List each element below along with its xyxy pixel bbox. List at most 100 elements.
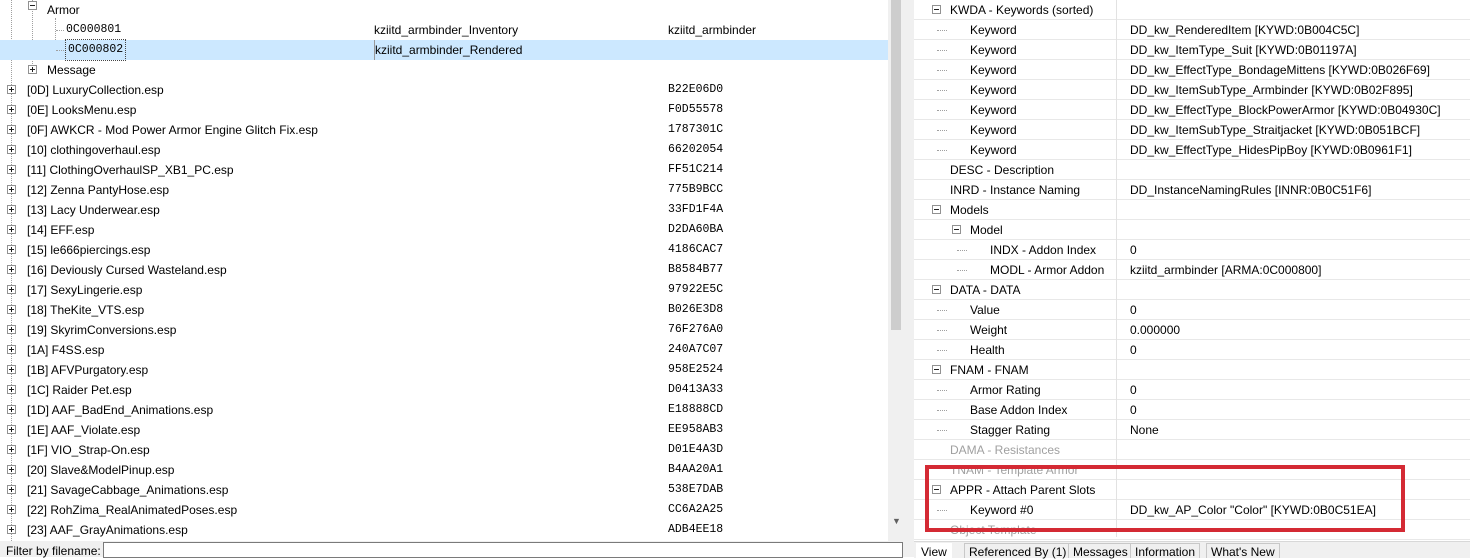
expand-plugin-icon[interactable]	[7, 85, 16, 94]
record-field-row[interactable]: DESC - Description	[914, 160, 1470, 180]
plugin-row[interactable]: [11] ClothingOverhaulSP_XB1_PC.esp FF51C2…	[0, 160, 888, 180]
navigation-tree[interactable]: Armor 0C000801 kziitd_armbinder_Inventory k…	[0, 0, 888, 541]
record-field-row[interactable]: Base Addon Index 0	[914, 400, 1470, 420]
table-row[interactable]: 0C000802 kziitd_armbinder_Rendered	[0, 39, 888, 61]
plugin-row[interactable]: [1D] AAF_BadEnd_Animations.esp E18888CD	[0, 400, 888, 420]
record-field-row[interactable]: Health 0	[914, 340, 1470, 360]
record-field-row[interactable]: Keyword DD_kw_ItemSubType_Straitjacket [K…	[914, 120, 1470, 140]
expand-plugin-icon[interactable]	[7, 465, 16, 474]
expand-plugin-icon[interactable]	[7, 505, 16, 514]
plugin-row[interactable]: [20] Slave&ModelPinup.esp B4AA20A1	[0, 460, 888, 480]
plugin-name: [22] RohZima_RealAnimatedPoses.esp	[27, 503, 238, 517]
expand-message-icon[interactable]	[28, 65, 37, 74]
expand-plugin-icon[interactable]	[7, 365, 16, 374]
record-field-row[interactable]: MODL - Armor Addon kziitd_armbinder [ARMA…	[914, 260, 1470, 280]
tab-whats-new[interactable]: What's New	[1206, 543, 1280, 559]
record-field-row[interactable]: Weight 0.000000	[914, 320, 1470, 340]
plugin-row[interactable]: [14] EFF.esp D2DA60BA	[0, 220, 888, 240]
record-field-row[interactable]: Keyword DD_kw_RenderedItem [KYWD:0B004C5C…	[914, 20, 1470, 40]
field-label: Keyword	[970, 103, 1017, 117]
pane-splitter[interactable]	[904, 0, 914, 557]
plugin-row[interactable]: [15] le666piercings.esp 4186CAC7	[0, 240, 888, 260]
collapse-field-icon[interactable]	[932, 285, 941, 294]
record-field-row[interactable]: Value 0	[914, 300, 1470, 320]
plugin-row[interactable]: [17] SexyLingerie.esp 97922E5C	[0, 280, 888, 300]
expand-plugin-icon[interactable]	[7, 445, 16, 454]
expand-plugin-icon[interactable]	[7, 385, 16, 394]
plugin-row[interactable]: [0E] LooksMenu.esp F0D55578	[0, 100, 888, 120]
expand-plugin-icon[interactable]	[7, 525, 16, 534]
filter-input[interactable]	[103, 542, 903, 558]
record-field-row[interactable]: DAMA - Resistances	[914, 440, 1470, 460]
collapse-field-icon[interactable]	[932, 365, 941, 374]
expand-plugin-icon[interactable]	[7, 425, 16, 434]
plugin-row[interactable]: [1E] AAF_Violate.esp EE958AB3	[0, 420, 888, 440]
expand-plugin-icon[interactable]	[7, 125, 16, 134]
plugin-row[interactable]: [13] Lacy Underwear.esp 33FD1F4A	[0, 200, 888, 220]
expand-plugin-icon[interactable]	[7, 265, 16, 274]
tree-group-armor[interactable]: Armor	[0, 0, 888, 20]
plugin-row[interactable]: [18] TheKite_VTS.esp B026E3D8	[0, 300, 888, 320]
plugin-row[interactable]: [1A] F4SS.esp 240A7C07	[0, 340, 888, 360]
record-field-row[interactable]: Keyword DD_kw_ItemSubType_Armbinder [KYWD…	[914, 80, 1470, 100]
plugin-name: [20] Slave&ModelPinup.esp	[27, 463, 175, 477]
plugin-row[interactable]: [16] Deviously Cursed Wasteland.esp B8584…	[0, 260, 888, 280]
expand-plugin-icon[interactable]	[7, 165, 16, 174]
record-field-row[interactable]: KWDA - Keywords (sorted)	[914, 0, 1470, 20]
tab-view[interactable]: View	[916, 543, 952, 559]
tree-connector-line	[937, 110, 947, 111]
record-field-row[interactable]: Keyword DD_kw_EffectType_BondageMittens […	[914, 60, 1470, 80]
expand-plugin-icon[interactable]	[7, 305, 16, 314]
collapse-field-icon[interactable]	[952, 225, 961, 234]
plugin-row[interactable]: [21] SavageCabbage_Animations.esp 538E7DA…	[0, 480, 888, 500]
record-field-row[interactable]: INDX - Addon Index 0	[914, 240, 1470, 260]
record-field-row[interactable]: Model	[914, 220, 1470, 240]
plugin-row[interactable]: [0D] LuxuryCollection.esp B22E06D0	[0, 80, 888, 100]
record-field-row[interactable]: Keyword DD_kw_EffectType_BlockPowerArmor …	[914, 100, 1470, 120]
plugin-name: [12] Zenna PantyHose.esp	[27, 183, 170, 197]
plugin-row[interactable]: [1C] Raider Pet.esp D0413A33	[0, 380, 888, 400]
tab-information[interactable]: Information	[1130, 543, 1201, 559]
expand-plugin-icon[interactable]	[7, 485, 16, 494]
tab-referenced-by[interactable]: Referenced By (1)	[964, 543, 1072, 559]
record-field-row[interactable]: INRD - Instance Naming DD_InstanceNamingR…	[914, 180, 1470, 200]
tab-messages[interactable]: Messages	[1068, 543, 1133, 559]
record-field-row[interactable]: Stagger Rating None	[914, 420, 1470, 440]
record-field-row[interactable]: Models	[914, 200, 1470, 220]
record-field-row[interactable]: Keyword DD_kw_ItemType_Suit [KYWD:0B01197…	[914, 40, 1470, 60]
expand-plugin-icon[interactable]	[7, 185, 16, 194]
plugin-row[interactable]: [23] AAF_GrayAnimations.esp ADB4EE18	[0, 520, 888, 540]
tree-connector-line	[937, 410, 947, 411]
plugin-row[interactable]: [22] RohZima_RealAnimatedPoses.esp CC6A2A…	[0, 500, 888, 520]
expand-plugin-icon[interactable]	[7, 145, 16, 154]
plugin-row[interactable]: [0F] AWKCR - Mod Power Armor Engine Glit…	[0, 120, 888, 140]
scroll-down-arrow-icon[interactable]: ▼	[892, 516, 901, 526]
plugin-row[interactable]: [1B] AFVPurgatory.esp 958E2524	[0, 360, 888, 380]
tree-group-message[interactable]: Message	[0, 60, 888, 80]
collapse-field-icon[interactable]	[932, 5, 941, 14]
expand-plugin-icon[interactable]	[7, 105, 16, 114]
expand-plugin-icon[interactable]	[7, 325, 16, 334]
record-field-row[interactable]: Keyword DD_kw_EffectType_HidesPipBoy [KYW…	[914, 140, 1470, 160]
expand-plugin-icon[interactable]	[7, 225, 16, 234]
table-row[interactable]: 0C000801 kziitd_armbinder_Inventory kziitd…	[0, 20, 888, 40]
plugin-row[interactable]: [1F] VIO_Strap-On.esp D01E4A3D	[0, 440, 888, 460]
expand-plugin-icon[interactable]	[7, 285, 16, 294]
expand-plugin-icon[interactable]	[7, 245, 16, 254]
scrollbar-thumb[interactable]	[891, 0, 901, 330]
field-value: DD_kw_EffectType_HidesPipBoy [KYWD:0B096…	[1130, 143, 1412, 157]
expand-plugin-icon[interactable]	[7, 405, 16, 414]
plugin-row[interactable]: [19] SkyrimConversions.esp 76F276A0	[0, 320, 888, 340]
collapse-field-icon[interactable]	[932, 205, 941, 214]
collapse-armor-icon[interactable]	[28, 1, 37, 10]
record-field-row[interactable]: FNAM - FNAM	[914, 360, 1470, 380]
tree-connector-line	[937, 30, 947, 31]
tree-connector-line	[937, 90, 947, 91]
tree-vertical-scrollbar[interactable]: ▼	[888, 0, 904, 541]
plugin-row[interactable]: [10] clothingoverhaul.esp 66202054	[0, 140, 888, 160]
expand-plugin-icon[interactable]	[7, 345, 16, 354]
record-field-row[interactable]: Armor Rating 0	[914, 380, 1470, 400]
record-field-row[interactable]: DATA - DATA	[914, 280, 1470, 300]
expand-plugin-icon[interactable]	[7, 205, 16, 214]
plugin-row[interactable]: [12] Zenna PantyHose.esp 775B9BCC	[0, 180, 888, 200]
